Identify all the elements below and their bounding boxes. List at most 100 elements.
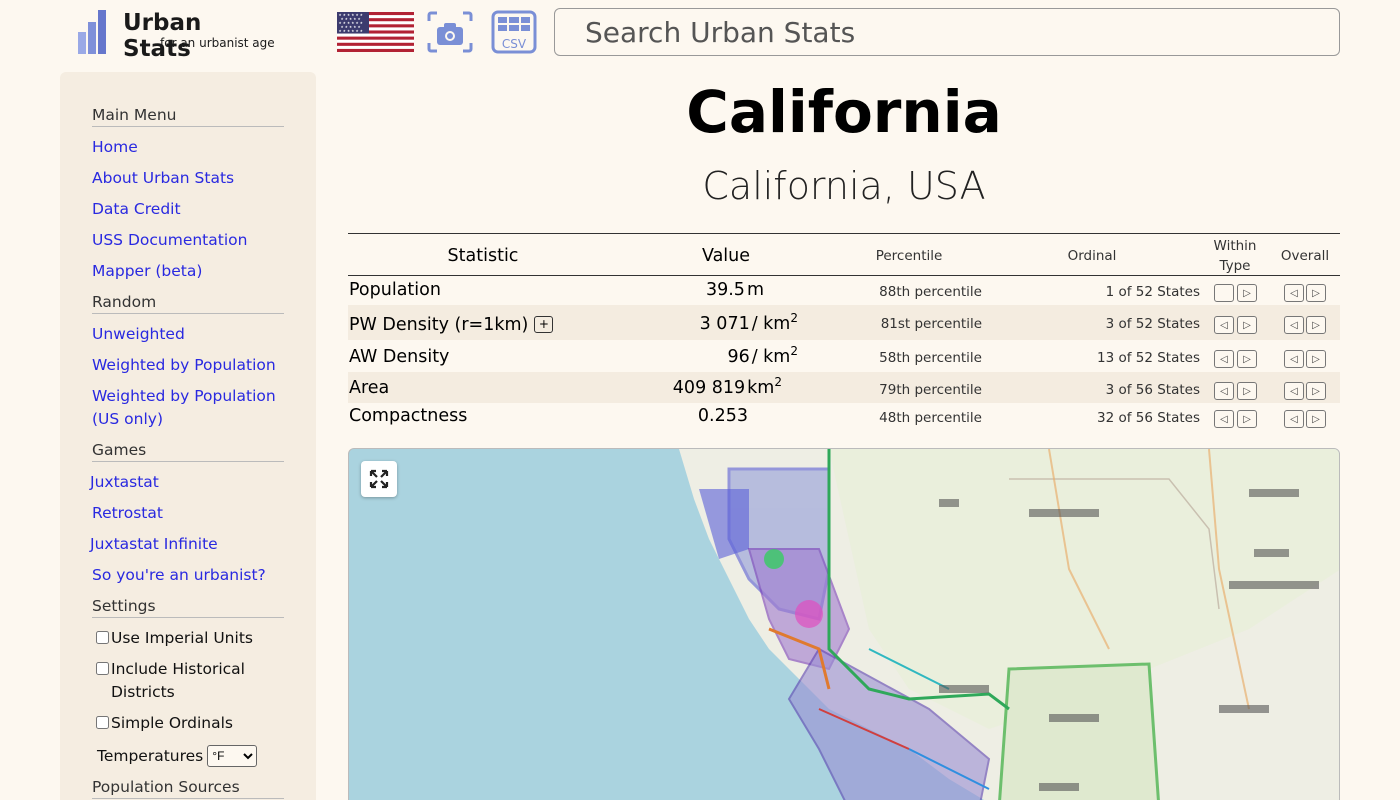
sidebar-link-weighted-population-us[interactable]: Weighted by Population (US only) (92, 385, 288, 431)
table-row-population: Population 39.5 m 88th percentile 1 of 52… (348, 276, 1340, 305)
overall-next-button[interactable]: ▷ (1306, 410, 1326, 428)
row-percentile: 58th percentile (879, 350, 982, 366)
row-name-text: PW Density (r=1km) (349, 315, 529, 335)
stats-table: Statistic Value Percentile Ordinal Withi… (348, 233, 1340, 433)
sidebar-link-home[interactable]: Home (92, 136, 288, 159)
imperial-units-checkbox[interactable] (96, 631, 109, 644)
sidebar-link-data-credit[interactable]: Data Credit (92, 198, 288, 221)
imperial-units-label: Use Imperial Units (111, 629, 253, 647)
row-ordinal: 3 of 52 States (1105, 316, 1200, 332)
historical-districts-checkbox[interactable] (96, 662, 109, 675)
within-type-prev-button[interactable] (1214, 284, 1234, 302)
row-value-number: 96 (727, 346, 750, 367)
setting-imperial-units[interactable]: Use Imperial Units (96, 627, 261, 650)
map-basemap (679, 449, 1339, 800)
temperature-label: Temperatures (97, 747, 204, 765)
within-type-prev-button[interactable]: ◁ (1214, 350, 1234, 368)
setting-historical-districts[interactable]: Include Historical Districts (96, 658, 261, 704)
row-value-number: 39.5 (705, 280, 745, 300)
setting-simple-ordinals[interactable]: Simple Ordinals (96, 712, 261, 735)
row-value-unit: / km (751, 313, 791, 334)
overall-next-button[interactable]: ▷ (1306, 350, 1326, 368)
table-row-area: Area 409 819 km2 79th percentile 3 of 56 … (348, 372, 1340, 403)
overall-next-button[interactable]: ▷ (1306, 316, 1326, 334)
overall-prev-button[interactable]: ◁ (1284, 284, 1304, 302)
header-within-type-line1: Within (1213, 237, 1257, 254)
sidebar-link-retrostat[interactable]: Retrostat (92, 502, 288, 525)
row-percentile: 48th percentile (879, 410, 982, 426)
header-within-type: Within Type (1205, 234, 1265, 277)
row-value-sup: 2 (774, 375, 782, 389)
row-ordinal: 32 of 56 States (1096, 410, 1200, 426)
header-within-type-line2: Type (1219, 257, 1251, 274)
map[interactable] (348, 448, 1340, 800)
header-ordinal: Ordinal (1067, 247, 1117, 264)
header-value[interactable]: Value (666, 234, 786, 277)
sidebar-link-mapper[interactable]: Mapper (beta) (92, 260, 288, 283)
search-input[interactable] (554, 8, 1340, 56)
within-type-next-button[interactable]: ▷ (1237, 316, 1257, 334)
sidebar-section-random: Random (92, 293, 284, 314)
sidebar-link-weighted-population[interactable]: Weighted by Population (92, 354, 288, 377)
svg-text:★ ★ ★ ★ ★ ★: ★ ★ ★ ★ ★ ★ (339, 29, 363, 33)
row-name: Compactness (349, 406, 468, 426)
row-value-number: 0.253 (697, 406, 748, 426)
within-type-prev-button[interactable]: ◁ (1214, 410, 1234, 428)
page-title: California (686, 78, 1002, 146)
within-type-next-button[interactable]: ▷ (1237, 382, 1257, 400)
sidebar-link-about[interactable]: About Urban Stats (92, 167, 288, 190)
within-type-next-button[interactable]: ▷ (1237, 350, 1257, 368)
row-value: 96/ km2 (648, 344, 798, 367)
within-type-prev-button[interactable]: ◁ (1214, 382, 1234, 400)
logo[interactable]: Urban Stats for an urbanist age (76, 8, 276, 62)
sidebar-link-urbanist-quiz[interactable]: So you're an urbanist? (92, 564, 288, 587)
table-row-aw-density: AW Density 96/ km2 58th percentile 13 of… (348, 340, 1340, 372)
header-statistic[interactable]: Statistic (388, 234, 578, 277)
sidebar-link-juxtastat-infinite[interactable]: Juxtastat Infinite (90, 533, 286, 556)
within-type-next-button[interactable]: ▷ (1237, 410, 1257, 428)
within-type-next-button[interactable]: ▷ (1237, 284, 1257, 302)
row-value: 0.253 (648, 406, 748, 426)
page-subtitle: California, USA (702, 164, 986, 208)
row-percentile: 88th percentile (879, 284, 982, 300)
temperature-setting: Temperatures °F (97, 745, 258, 767)
row-value-number: 409 819 (672, 377, 746, 398)
simple-ordinals-checkbox[interactable] (96, 716, 109, 729)
row-value: 39.5 m (648, 280, 764, 300)
row-name: Area (349, 378, 390, 398)
table-row-pw-density: PW Density (r=1km) + 3 071/ km2 81st perc… (348, 305, 1340, 340)
sidebar-link-juxtastat[interactable]: Juxtastat (90, 471, 286, 494)
expand-button[interactable]: + (534, 315, 554, 333)
historical-districts-label: Include Historical Districts (111, 660, 245, 701)
sidebar-link-uss-documentation[interactable]: USS Documentation (92, 229, 288, 252)
row-ordinal: 3 of 56 States (1105, 382, 1200, 398)
row-value: 409 819 km2 (648, 375, 782, 398)
csv-download-icon[interactable]: CSV (491, 10, 537, 54)
temperature-select[interactable]: °F (207, 745, 258, 767)
row-value: 3 071/ km2 (648, 311, 798, 334)
row-name: AW Density (349, 347, 450, 367)
row-percentile: 79th percentile (879, 382, 982, 398)
overall-next-button[interactable]: ▷ (1306, 382, 1326, 400)
row-value-number: 3 071 (699, 313, 750, 334)
overall-prev-button[interactable]: ◁ (1284, 350, 1304, 368)
row-value-unit: m (746, 280, 764, 300)
screenshot-camera-icon[interactable] (427, 10, 473, 54)
overall-prev-button[interactable]: ◁ (1284, 316, 1304, 334)
sidebar-section-games: Games (92, 441, 284, 462)
sidebar-section-main-menu: Main Menu (92, 106, 284, 127)
simple-ordinals-label: Simple Ordinals (111, 714, 234, 732)
fullscreen-button[interactable] (361, 461, 397, 497)
row-value-sup: 2 (790, 344, 798, 358)
row-ordinal: 13 of 52 States (1096, 350, 1200, 366)
overall-next-button[interactable]: ▷ (1306, 284, 1326, 302)
row-name: Population (349, 280, 441, 300)
header-percentile: Percentile (875, 247, 943, 264)
row-ordinal: 1 of 52 States (1105, 284, 1200, 300)
overall-prev-button[interactable]: ◁ (1284, 410, 1304, 428)
sidebar-link-unweighted[interactable]: Unweighted (92, 323, 288, 346)
sidebar-section-population-sources: Population Sources (92, 778, 284, 799)
us-flag-icon[interactable]: ★ ★ ★ ★ ★ ★ ★ ★ ★ ★ ★ ★ ★ ★ ★ ★ ★ ★ ★ ★ … (337, 12, 414, 52)
overall-prev-button[interactable]: ◁ (1284, 382, 1304, 400)
within-type-prev-button[interactable]: ◁ (1214, 316, 1234, 334)
